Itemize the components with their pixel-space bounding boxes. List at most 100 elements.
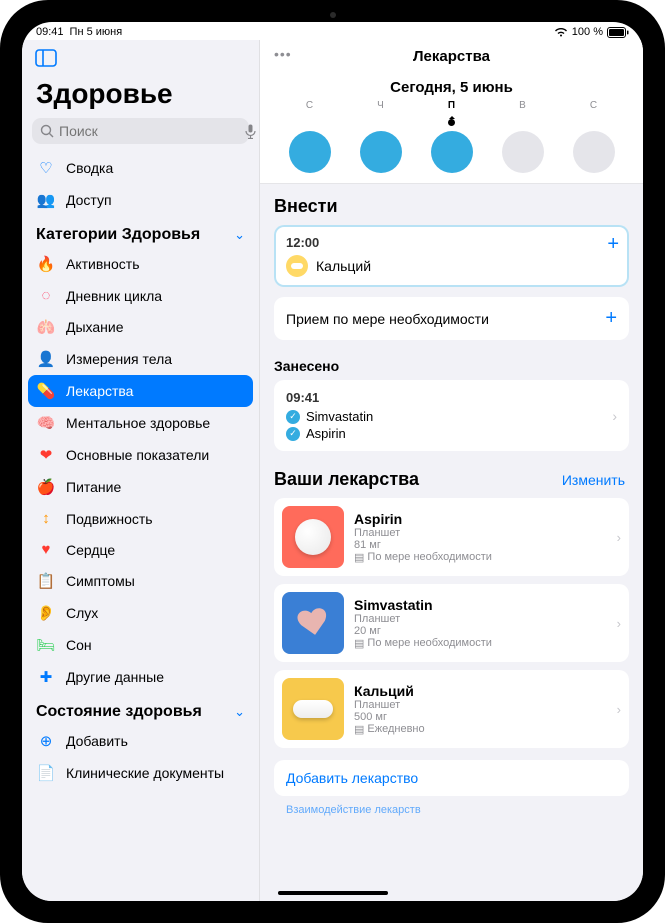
status-bar: 09:41 Пн 5 июня 100 %: [22, 22, 643, 40]
prn-card[interactable]: Прием по мере необходимости +: [274, 297, 629, 340]
add-button[interactable]: +: [605, 307, 617, 330]
category-item-4-icon: 💊: [36, 382, 56, 400]
category-item-10[interactable]: 📋 Симптомы: [22, 565, 259, 597]
med-name: Кальций: [354, 683, 607, 699]
category-item-1-label: Дневник цикла: [66, 288, 245, 304]
battery-percent: 100 %: [572, 26, 603, 38]
med-schedule: ▤ По мере необходимости: [354, 551, 607, 564]
status-date: Пн 5 июня: [70, 26, 123, 38]
category-item-6-icon: ❤: [36, 446, 56, 464]
day-dot: [502, 131, 544, 173]
category-item-0[interactable]: 🔥 Активность: [22, 248, 259, 280]
category-item-3-icon: 👤: [36, 350, 56, 368]
sidebar-item-0[interactable]: ♡ Сводка: [22, 152, 259, 184]
category-item-6[interactable]: ❤ Основные показатели: [22, 439, 259, 471]
category-item-2-icon: 🫁: [36, 318, 56, 336]
category-item-10-label: Симптомы: [66, 573, 245, 589]
category-item-8[interactable]: ↕ Подвижность: [22, 503, 259, 534]
med-name: Simvastatin: [354, 597, 607, 613]
category-item-12-label: Сон: [66, 637, 245, 653]
week-day-0[interactable]: С: [274, 100, 345, 173]
logged-header: Занесено: [260, 354, 643, 380]
category-item-4[interactable]: 💊 Лекарства: [28, 375, 253, 407]
search-field[interactable]: [59, 123, 240, 139]
category-item-9[interactable]: ♥ Сердце: [22, 534, 259, 565]
category-item-4-label: Лекарства: [66, 383, 245, 399]
category-item-12-icon: 🛏: [36, 636, 56, 654]
med-dose: 500 мг: [354, 711, 607, 723]
add-button[interactable]: +: [607, 233, 619, 256]
med-card-2[interactable]: Кальций Планшет 500 мг ▤ Ежедневно ›: [274, 670, 629, 748]
add-medication-button[interactable]: Добавить лекарство: [274, 760, 629, 796]
scheduled-card[interactable]: 12:00 + Кальций: [274, 225, 629, 287]
category-item-1[interactable]: ◌ Дневник цикла: [22, 280, 259, 311]
category-item-12[interactable]: 🛏 Сон: [22, 629, 259, 661]
category-item-5-label: Ментальное здоровье: [66, 415, 245, 431]
logged-time: 09:41: [286, 390, 617, 405]
scheduled-time: 12:00: [286, 235, 617, 250]
battery-icon: [607, 27, 629, 38]
med-card-1[interactable]: Simvastatin Планшет 20 мг ▤ По мере необ…: [274, 584, 629, 662]
health-item-0-label: Добавить: [66, 733, 245, 749]
category-item-11[interactable]: 👂 Слух: [22, 597, 259, 629]
sidebar-item-0-label: Сводка: [66, 160, 245, 176]
category-item-9-label: Сердце: [66, 542, 245, 558]
category-item-7-icon: 🍎: [36, 478, 56, 496]
calendar-icon: ▤: [354, 551, 364, 564]
category-item-2[interactable]: 🫁 Дыхание: [22, 311, 259, 343]
day-dot: [573, 131, 615, 173]
category-item-11-icon: 👂: [36, 604, 56, 622]
sidebar-item-1[interactable]: 👥 Доступ: [22, 184, 259, 216]
pill-icon: [286, 255, 308, 277]
categories-header[interactable]: Категории Здоровья ⌄: [22, 216, 259, 248]
chevron-down-icon: ⌄: [234, 704, 245, 720]
today-marker: [446, 117, 457, 128]
category-item-6-label: Основные показатели: [66, 447, 245, 463]
week-day-2[interactable]: П: [416, 100, 487, 173]
category-item-9-icon: ♥: [36, 541, 56, 558]
check-icon: ✓: [286, 410, 300, 424]
med-form: Планшет: [354, 527, 607, 539]
category-item-7[interactable]: 🍎 Питание: [22, 471, 259, 503]
health-item-1-label: Клинические документы: [66, 765, 245, 781]
week-day-1[interactable]: Ч: [345, 100, 416, 173]
health-status-header[interactable]: Состояние здоровья ⌄: [22, 693, 259, 725]
sidebar: Здоровье ♡ Сводка👥 Доступ Категории: [22, 40, 260, 901]
med-dose: 81 мг: [354, 539, 607, 551]
edit-button[interactable]: Изменить: [562, 472, 625, 488]
week-day-3[interactable]: В: [487, 100, 558, 173]
category-item-8-icon: ↕: [36, 510, 56, 527]
category-item-5-icon: 🧠: [36, 414, 56, 432]
search-input[interactable]: [32, 118, 249, 144]
category-item-5[interactable]: 🧠 Ментальное здоровье: [22, 407, 259, 439]
category-item-7-label: Питание: [66, 479, 245, 495]
status-time: 09:41: [36, 26, 64, 38]
week-day-4[interactable]: С: [558, 100, 629, 173]
cut-off-text: Взаимодействие лекарств: [260, 804, 643, 816]
category-item-0-label: Активность: [66, 256, 245, 272]
category-item-3-label: Измерения тела: [66, 351, 245, 367]
mic-icon[interactable]: [245, 124, 256, 139]
chevron-right-icon: ›: [612, 408, 617, 424]
home-indicator[interactable]: [278, 891, 388, 895]
category-item-3[interactable]: 👤 Измерения тела: [22, 343, 259, 375]
sidebar-item-1-label: Доступ: [66, 192, 245, 208]
category-item-13[interactable]: ✚ Другие данные: [22, 661, 259, 693]
chevron-down-icon: ⌄: [234, 227, 245, 243]
wifi-icon: [554, 27, 568, 37]
med-image: [282, 506, 344, 568]
day-dot: [431, 131, 473, 173]
med-form: Планшет: [354, 699, 607, 711]
med-card-0[interactable]: Aspirin Планшет 81 мг ▤ По мере необходи…: [274, 498, 629, 576]
med-form: Планшет: [354, 613, 607, 625]
health-item-1[interactable]: 📄 Клинические документы: [22, 757, 259, 789]
calendar-icon: ▤: [354, 637, 364, 650]
logged-card[interactable]: 09:41 ✓Simvastatin✓Aspirin ›: [274, 380, 629, 451]
logged-med-1: ✓Aspirin: [286, 426, 617, 441]
scheduled-med: Кальций: [316, 258, 371, 274]
page-title: Лекарства: [274, 48, 629, 65]
health-item-0[interactable]: ⊕ Добавить: [22, 725, 259, 757]
main-content: ••• Лекарства Сегодня, 5 июнь С Ч П В С …: [260, 40, 643, 901]
your-meds-header: Ваши лекарства: [274, 469, 419, 490]
sidebar-toggle-button[interactable]: [32, 46, 60, 70]
